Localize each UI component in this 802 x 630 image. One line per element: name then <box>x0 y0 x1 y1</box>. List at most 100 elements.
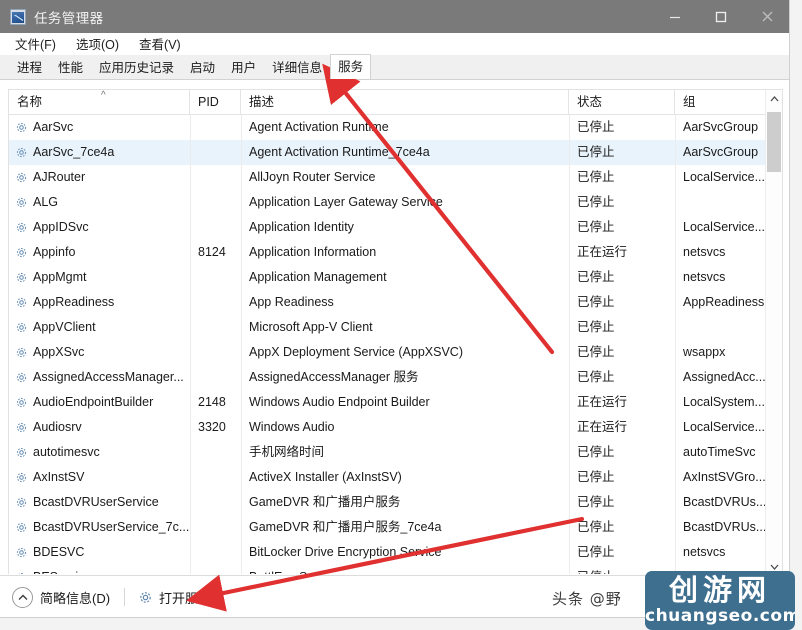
cell-status: 已停止 <box>577 370 615 384</box>
service-gear-icon <box>15 221 28 234</box>
table-row[interactable]: AppVClient Microsoft App-V Client 已停止 <box>9 315 782 340</box>
service-name-label: ALG <box>33 195 59 209</box>
table-row[interactable]: AudioEndpointBuilder 2148 Windows Audio En… <box>9 390 782 415</box>
service-name-label: AxInstSV <box>33 470 85 484</box>
cell-name: autotimesvc <box>9 440 190 465</box>
tab-app-history[interactable]: 应用历史记录 <box>91 55 182 79</box>
cell-description: AppX Deployment Service (AppXSVC) <box>249 345 463 359</box>
cell-description: Application Layer Gateway Service <box>249 195 443 209</box>
service-gear-icon <box>15 346 28 359</box>
cell-group: LocalSystem... <box>683 395 765 409</box>
cell-name: AppIDSvc <box>9 215 190 240</box>
table-row[interactable]: AppReadiness App Readiness 已停止 AppReadiness <box>9 290 782 315</box>
gear-icon <box>138 590 153 605</box>
cell-name: AarSvc <box>9 115 190 140</box>
cell-group: AssignedAcc... <box>683 370 766 384</box>
cell-status: 正在运行 <box>577 245 628 259</box>
table-row[interactable]: AppXSvc AppX Deployment Service (AppXSVC)… <box>9 340 782 365</box>
service-gear-icon <box>15 271 28 284</box>
service-name-label: AJRouter <box>33 170 86 184</box>
service-name-label: AssignedAccessManager... <box>33 370 184 384</box>
cell-group: autoTimeSvc <box>683 445 756 459</box>
service-gear-icon <box>15 471 28 484</box>
column-header-pid[interactable]: PID <box>190 90 241 114</box>
cell-status: 已停止 <box>577 520 615 534</box>
table-row[interactable]: AssignedAccessManager... AssignedAccessMa… <box>9 365 782 390</box>
service-name-label: BcastDVRUserService_7c... <box>33 520 190 534</box>
table-row[interactable]: AJRouter AllJoyn Router Service 已停止 LocalSe… <box>9 165 782 190</box>
minimize-button[interactable] <box>652 0 698 33</box>
title-bar[interactable]: 任务管理器 <box>0 0 790 33</box>
cell-group: netsvcs <box>683 545 726 559</box>
cell-status: 已停止 <box>577 170 615 184</box>
table-row[interactable]: Audiosrv 3320 Windows Audio 正在运行 LocalServic… <box>9 415 782 440</box>
close-button[interactable] <box>744 0 790 33</box>
cell-description: AssignedAccessManager 服务 <box>249 370 419 384</box>
table-row[interactable]: AxInstSV ActiveX Installer (AxInstSV) 已停止 A… <box>9 465 782 490</box>
cell-description: App Readiness <box>249 295 334 309</box>
cell-status: 已停止 <box>577 495 615 509</box>
cell-group: LocalService... <box>683 220 765 234</box>
table-row[interactable]: AarSvc_7ce4a Agent Activation Runtime_7ce… <box>9 140 782 165</box>
cell-name: AppReadiness <box>9 290 190 315</box>
cell-group: AarSvcGroup <box>683 120 759 134</box>
tab-startup[interactable]: 启动 <box>182 55 223 79</box>
cell-status: 已停止 <box>577 320 615 334</box>
service-gear-icon <box>15 371 28 384</box>
menu-bar: 文件(F) 选项(O) 查看(V) <box>0 33 790 55</box>
fewer-details-button[interactable]: 简略信息(D) <box>12 586 111 608</box>
service-name-label: Audiosrv <box>33 420 82 434</box>
tab-strip: 进程 性能 应用历史记录 启动 用户 详细信息 服务 <box>0 54 790 80</box>
menu-item-options[interactable]: 选项(O) <box>70 33 127 55</box>
tab-details[interactable]: 详细信息 <box>264 55 330 79</box>
task-manager-icon <box>10 8 26 25</box>
table-row[interactable]: AppIDSvc Application Identity 已停止 LocalServ… <box>9 215 782 240</box>
service-gear-icon <box>15 571 28 574</box>
tab-users[interactable]: 用户 <box>223 55 264 79</box>
column-header-status[interactable]: 状态 <box>569 90 675 114</box>
cell-group: netsvcs <box>683 245 726 259</box>
cell-name: BDESVC <box>9 540 190 565</box>
cell-description: Application Information <box>249 245 377 259</box>
table-row[interactable]: autotimesvc 手机网络时间 已停止 autoTimeSvc <box>9 440 782 465</box>
service-name-label: AarSvc_7ce4a <box>33 145 115 159</box>
column-header-group[interactable]: 组 <box>675 90 767 114</box>
watermark-logo-en: chuangseo.com <box>645 606 795 626</box>
service-gear-icon <box>15 296 28 309</box>
cell-status: 已停止 <box>577 270 615 284</box>
table-row[interactable]: Appinfo 8124 Application Information 正在运行 ne… <box>9 240 782 265</box>
cell-name: BcastDVRUserService <box>9 490 190 515</box>
cell-description: Application Identity <box>249 220 354 234</box>
table-row[interactable]: AarSvc Agent Activation Runtime 已停止 AarSvcG… <box>9 115 782 140</box>
scroll-up-icon[interactable] <box>766 90 782 107</box>
table-row[interactable]: AppMgmt Application Management 已停止 netsvcs <box>9 265 782 290</box>
service-name-label: BDESVC <box>33 545 85 559</box>
menu-item-view[interactable]: 查看(V) <box>133 33 189 55</box>
tab-services[interactable]: 服务 <box>330 54 372 79</box>
cell-description: Windows Audio <box>249 420 335 434</box>
scrollbar-thumb[interactable] <box>767 112 781 172</box>
table-row[interactable]: BcastDVRUserService GameDVR 和广播用户服务 已停止 Bca… <box>9 490 782 515</box>
service-gear-icon <box>15 521 28 534</box>
cell-pid: 3320 <box>198 420 226 434</box>
open-services-button[interactable]: 打开服务 <box>138 588 211 607</box>
table-row[interactable]: BDESVC BitLocker Drive Encryption Service… <box>9 540 782 565</box>
table-row[interactable]: BcastDVRUserService_7c... GameDVR 和广播用户服务… <box>9 515 782 540</box>
window-title: 任务管理器 <box>34 10 104 26</box>
column-header-name[interactable]: 名称 <box>9 90 190 114</box>
cell-status: 正在运行 <box>577 420 628 434</box>
table-row[interactable]: ALG Application Layer Gateway Service 已停止 <box>9 190 782 215</box>
tab-performance[interactable]: 性能 <box>50 55 91 79</box>
tab-processes[interactable]: 进程 <box>9 55 50 79</box>
service-gear-icon <box>15 121 28 134</box>
vertical-scrollbar[interactable] <box>765 90 782 574</box>
menu-item-file[interactable]: 文件(F) <box>9 33 64 55</box>
column-header-description[interactable]: 描述 <box>241 90 569 114</box>
watermark-logo-cn: 创游网 <box>668 573 771 607</box>
fewer-details-label: 简略信息(D) <box>40 590 111 606</box>
service-name-label: BcastDVRUserService <box>33 495 159 509</box>
service-gear-icon <box>15 396 28 409</box>
maximize-button[interactable] <box>698 0 744 33</box>
service-gear-icon <box>15 196 28 209</box>
service-name-label: autotimesvc <box>33 445 100 459</box>
